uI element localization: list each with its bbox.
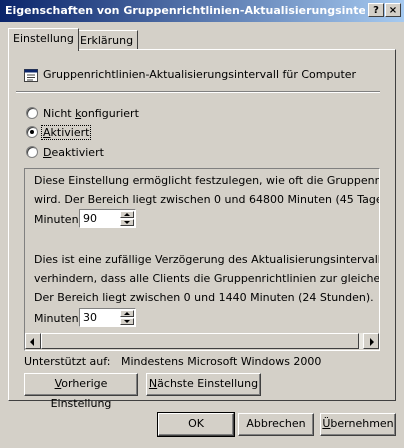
policy-icon xyxy=(24,69,38,82)
random-delay-spinner[interactable]: 30 xyxy=(79,308,136,327)
description-text: Der Bereich liegt zwischen 0 und 1440 Mi… xyxy=(34,291,374,304)
tab-einstellung[interactable]: Einstellung xyxy=(8,28,79,51)
radio-selected-dot xyxy=(30,130,34,134)
refresh-interval-spinner[interactable]: 90 xyxy=(79,209,136,228)
description-text: wird. Der Bereich liegt zwischen 0 und 6… xyxy=(34,193,380,206)
minutes-label: Minuten: xyxy=(34,213,83,226)
radio-not-configured-label: Nicht konfiguriert xyxy=(43,107,139,120)
help-button[interactable]: ? xyxy=(368,3,384,17)
tab-einstellung-label: Einstellung xyxy=(13,32,74,45)
scroll-thumb[interactable] xyxy=(41,333,359,349)
setting-name: Gruppenrichtlinien-Aktualisierungsinterv… xyxy=(43,68,357,81)
spinner-up-icon[interactable] xyxy=(120,310,134,317)
next-setting-button[interactable]: Nächste Einstellung xyxy=(146,373,261,396)
tab-erklaerung[interactable]: Erklärung xyxy=(75,30,139,50)
description-text: Dies ist eine zufällige Verzögerung des … xyxy=(34,253,380,266)
description-text: Diese Einstellung ermöglicht festzulegen… xyxy=(34,174,380,187)
spinner-up-icon[interactable] xyxy=(120,211,134,218)
supported-value: Mindestens Microsoft Windows 2000 xyxy=(121,355,322,368)
options-box[interactable]: Diese Einstellung ermöglicht festzulegen… xyxy=(24,168,380,351)
spinner-down-icon[interactable] xyxy=(120,219,134,226)
radio-not-configured[interactable]: Nicht konfiguriert xyxy=(26,107,139,121)
tab-erklaerung-label: Erklärung xyxy=(80,34,134,47)
radio-disabled-label: Deaktiviert xyxy=(43,146,104,159)
supported-label: Unterstützt auf: xyxy=(24,355,111,368)
spinner-arrows[interactable] xyxy=(120,310,134,325)
description-text: verhindern, dass alle Clients die Gruppe… xyxy=(34,272,380,285)
ok-button[interactable]: OK xyxy=(157,412,235,437)
cancel-button[interactable]: Abbrechen xyxy=(238,413,314,436)
radio-button[interactable] xyxy=(26,126,38,138)
random-delay-value[interactable]: 30 xyxy=(83,311,97,324)
radio-enabled[interactable]: Aktiviert xyxy=(26,125,96,140)
window-title: Eigenschaften von Gruppenrichtlinien-Akt… xyxy=(5,4,365,17)
radio-disabled[interactable]: Deaktiviert xyxy=(26,146,106,160)
previous-setting-button[interactable]: Vorherige Einstellung xyxy=(24,373,138,410)
spinner-down-icon[interactable] xyxy=(120,318,134,325)
scroll-left-icon[interactable] xyxy=(25,333,41,349)
horizontal-scrollbar[interactable] xyxy=(25,333,379,349)
title-bar[interactable]: Eigenschaften von Gruppenrichtlinien-Akt… xyxy=(0,0,404,22)
radio-button[interactable] xyxy=(26,146,38,158)
close-button[interactable]: × xyxy=(385,3,401,17)
separator xyxy=(16,91,380,93)
scroll-right-icon[interactable] xyxy=(363,333,379,349)
minutes-label: Minuten: xyxy=(34,312,83,325)
radio-button[interactable] xyxy=(26,107,38,119)
refresh-interval-value[interactable]: 90 xyxy=(83,212,97,225)
apply-button[interactable]: Übernehmen xyxy=(320,413,396,436)
spinner-arrows[interactable] xyxy=(120,211,134,226)
radio-enabled-label: Aktiviert xyxy=(40,125,92,140)
